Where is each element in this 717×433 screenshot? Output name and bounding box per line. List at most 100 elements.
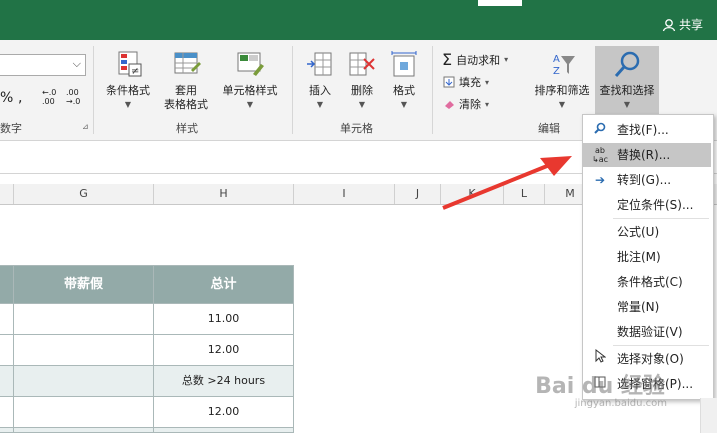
chevron-down-icon: ⌵ — [72, 57, 81, 70]
table-cell[interactable] — [13, 396, 154, 428]
column-header-h[interactable]: H — [154, 184, 294, 204]
menu-item-label: 批注(M) — [617, 250, 661, 264]
chevron-down-icon: ▼ — [558, 100, 566, 109]
table-cell-total[interactable]: 总数 >24 hours — [153, 365, 294, 397]
divider — [292, 46, 293, 134]
share-button[interactable]: 共享 — [662, 16, 703, 33]
menu-item-goto[interactable]: ➔ 转到(G)... — [583, 168, 711, 192]
sort-filter-label: 排序和筛选 — [534, 84, 590, 97]
column-header-j[interactable]: J — [395, 184, 441, 204]
column-header-i[interactable]: I — [294, 184, 395, 204]
arrow-right-icon: ➔ — [594, 173, 606, 187]
insert-button[interactable]: 插入 ▼ — [300, 50, 340, 112]
search-icon — [591, 118, 609, 142]
clear-label: 清除 — [459, 98, 481, 111]
table-cell[interactable] — [0, 303, 14, 335]
watermark: Bai du 经验 — [535, 374, 665, 399]
window-control[interactable] — [478, 0, 522, 6]
increase-decimal-button[interactable]: ←.0 .00 — [42, 88, 62, 106]
styles-group-label: 样式 — [176, 122, 198, 135]
format-button[interactable]: 格式 ▼ — [384, 50, 424, 112]
table-cell-total[interactable]: 12.00 — [153, 396, 294, 428]
delete-button[interactable]: 删除 ▼ — [342, 50, 382, 112]
person-icon — [662, 18, 676, 31]
vertical-scrollbar[interactable] — [700, 398, 717, 433]
clear-button[interactable]: 清除 ▾ — [443, 96, 489, 112]
sort-filter-button[interactable]: AZ 排序和筛选 ▼ — [530, 50, 594, 112]
cell-styles-button[interactable]: 单元格样式 ▼ — [216, 50, 284, 112]
table-cell-total[interactable]: 12.00 — [153, 334, 294, 366]
conditional-format-label: 条件格式 — [106, 84, 150, 97]
autosum-button[interactable]: Σ 自动求和 ▾ — [442, 50, 508, 69]
table-header-leave[interactable]: 带薪假 — [13, 265, 154, 304]
chevron-down-icon: ▼ — [400, 100, 408, 109]
table-cell-total[interactable]: 11.00 — [153, 303, 294, 335]
table-cell[interactable] — [13, 303, 154, 335]
fill-button[interactable]: 填充 ▾ — [443, 74, 489, 90]
table-cell[interactable] — [13, 427, 154, 433]
menu-item-label: 替换(R)... — [617, 148, 671, 162]
conditional-format-button[interactable]: ≠ 条件格式 ▼ — [100, 50, 156, 112]
table-cell[interactable] — [153, 427, 294, 433]
watermark-url: jingyan.baidu.com — [574, 398, 667, 409]
divider — [432, 46, 433, 134]
delete-cells-icon — [349, 52, 375, 76]
svg-text:Z: Z — [553, 66, 560, 77]
table-format-label-2: 表格格式 — [164, 98, 208, 111]
find-select-menu: 查找(F)... ab ↳ac 替换(R)... ➔ 转到(G)... 定位条件(… — [582, 114, 714, 400]
table-format-label-1: 套用 — [175, 84, 197, 97]
format-label: 格式 — [393, 84, 415, 97]
menu-item-goto-special[interactable]: 定位条件(S)... — [583, 193, 711, 217]
divider — [93, 46, 94, 134]
menu-item-label: 定位条件(S)... — [617, 198, 694, 212]
chevron-down-icon: ▼ — [124, 100, 132, 109]
menu-item-replace[interactable]: ab ↳ac 替换(R)... — [583, 143, 711, 167]
menu-item-label: 查找(F)... — [617, 123, 669, 137]
dialog-launcher-icon[interactable]: ⊿ — [82, 122, 89, 131]
chevron-down-icon: ▼ — [316, 100, 324, 109]
chevron-down-icon: ▾ — [504, 55, 509, 64]
menu-item-formulas[interactable]: 公式(U) — [583, 220, 711, 244]
table-cell[interactable] — [0, 427, 14, 433]
sigma-icon: Σ — [442, 50, 453, 69]
menu-divider — [613, 218, 709, 219]
menu-item-constants[interactable]: 常量(N) — [583, 295, 711, 319]
percent-button[interactable]: % — [0, 90, 13, 106]
menu-item-data-validation[interactable]: 数据验证(V) — [583, 320, 711, 344]
table-cell[interactable] — [0, 334, 14, 366]
column-header-g[interactable]: G — [14, 184, 154, 204]
menu-item-conditional-format[interactable]: 条件格式(C) — [583, 270, 711, 294]
magnifier-icon — [614, 51, 640, 77]
table-format-icon — [174, 52, 201, 74]
menu-item-label: 条件格式(C) — [617, 275, 683, 289]
red-arrow-annotation — [442, 156, 572, 210]
number-format-select[interactable]: ⌵ — [0, 54, 86, 76]
chevron-down-icon: ▾ — [485, 99, 490, 109]
sort-filter-icon: AZ — [553, 54, 575, 77]
table-cell[interactable] — [13, 365, 154, 397]
chevron-down-icon: ▾ — [485, 77, 490, 87]
menu-item-comments[interactable]: 批注(M) — [583, 245, 711, 269]
table-header-cell[interactable] — [0, 265, 14, 304]
comma-button[interactable]: , — [18, 90, 22, 106]
table-format-button[interactable]: 套用 表格格式 — [156, 50, 216, 112]
svg-text:A: A — [553, 54, 560, 65]
find-select-button[interactable]: 查找和选择 ▼ — [595, 46, 659, 118]
replace-icon: ab ↳ac — [591, 146, 608, 164]
share-label: 共享 — [678, 18, 703, 32]
chevron-down-icon: ▼ — [246, 100, 254, 109]
conditional-format-icon: ≠ — [118, 51, 142, 77]
eraser-icon — [445, 101, 454, 109]
table-header-total[interactable]: 总计 — [153, 265, 294, 304]
table-cell[interactable] — [13, 334, 154, 366]
table-cell[interactable] — [0, 365, 14, 397]
table-cell[interactable] — [0, 396, 14, 428]
decrease-decimal-button[interactable]: .00 →.0 — [66, 88, 86, 106]
chevron-down-icon: ▼ — [358, 100, 366, 109]
editing-group-label: 编辑 — [538, 122, 560, 135]
menu-item-find[interactable]: 查找(F)... — [583, 118, 711, 142]
delete-label: 删除 — [351, 84, 373, 97]
fill-down-icon — [443, 76, 455, 88]
find-select-label: 查找和选择 — [599, 84, 655, 97]
column-header[interactable] — [0, 184, 14, 204]
